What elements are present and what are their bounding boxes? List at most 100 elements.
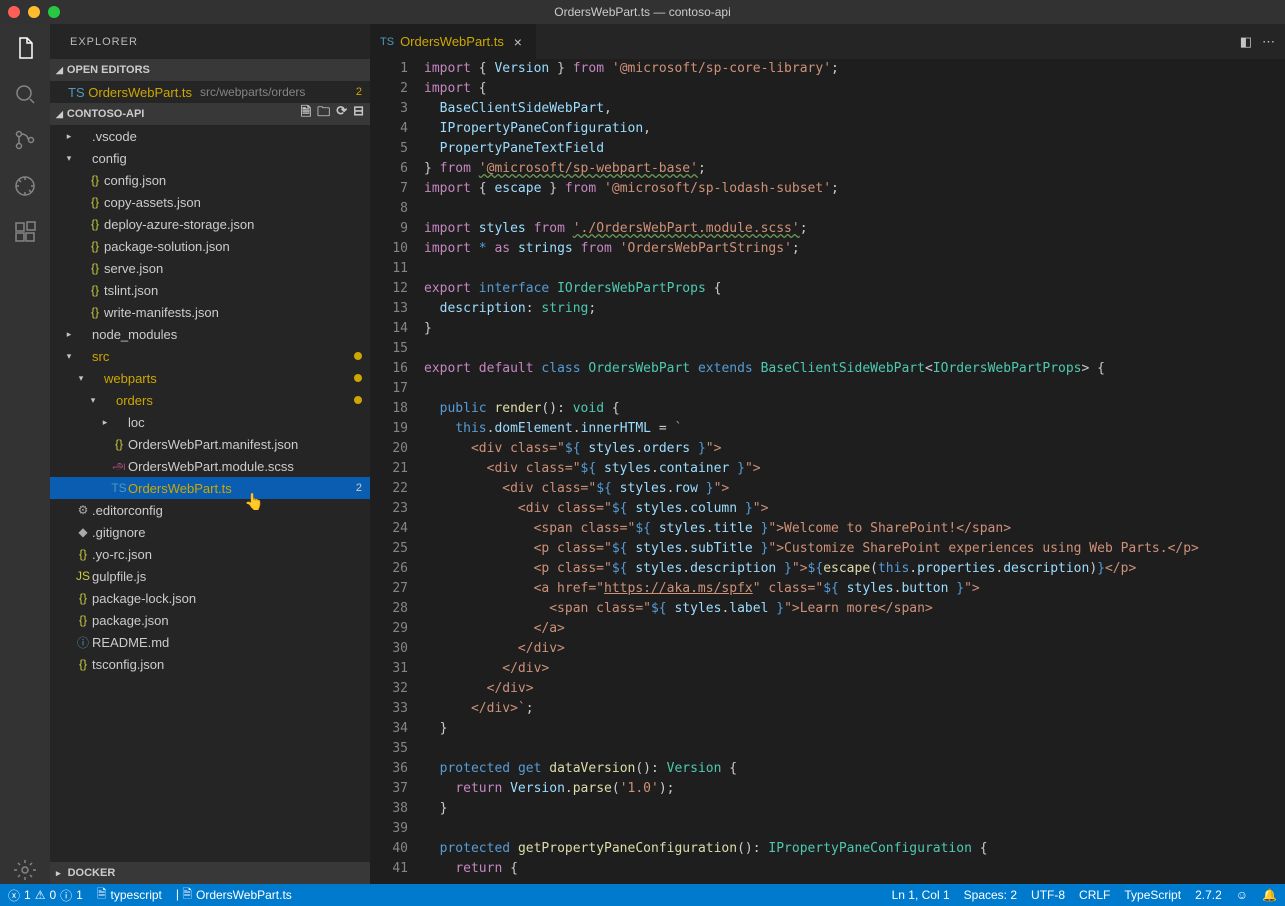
search-icon[interactable] (11, 80, 39, 108)
json-icon: {} (86, 195, 104, 209)
language-mode-item[interactable]: 🗎 typescript (97, 885, 162, 906)
project-section[interactable]: ◢CONTOSO-API 🗎 🗀 ⟳ ⊟ (50, 103, 370, 125)
extensions-icon[interactable] (11, 218, 39, 246)
sidebar-title: EXPLORER (50, 24, 370, 59)
folder-config[interactable]: ▾config (50, 147, 370, 169)
close-window-icon[interactable] (8, 6, 20, 18)
file-package.json[interactable]: {}package.json (50, 609, 370, 631)
modified-dot-icon (354, 374, 362, 382)
tree-label: OrdersWebPart.manifest.json (128, 437, 362, 452)
tree-label: config (92, 151, 362, 166)
code-area[interactable]: 1234567891011121314151617181920212223242… (370, 59, 1285, 884)
version-status[interactable]: 2.7.2 (1195, 888, 1222, 902)
warning-icon: ⚠ (35, 888, 46, 902)
file-OrdersWebPart.manifest.json[interactable]: {}OrdersWebPart.manifest.json (50, 433, 370, 455)
line-gutter: 1234567891011121314151617181920212223242… (370, 59, 424, 884)
docker-section[interactable]: ▸ DOCKER (50, 862, 370, 884)
file-package-solution.json[interactable]: {}package-solution.json (50, 235, 370, 257)
folder-webparts[interactable]: ▾webparts (50, 367, 370, 389)
tree-label: .vscode (92, 129, 362, 144)
encoding-status[interactable]: UTF-8 (1031, 888, 1065, 902)
file-tsconfig.json[interactable]: {}tsconfig.json (50, 653, 370, 675)
json-icon: {} (110, 437, 128, 451)
explorer-icon[interactable] (0, 34, 45, 62)
close-icon[interactable]: × (510, 34, 526, 50)
file-tree: ▸.vscode▾config{}config.json{}copy-asset… (50, 125, 370, 862)
folder-.vscode[interactable]: ▸ .vscode (50, 125, 370, 147)
file-write-manifests.json[interactable]: {}write-manifests.json (50, 301, 370, 323)
file-.gitignore[interactable]: ◆.gitignore (50, 521, 370, 543)
open-file-name: OrdersWebPart.ts (88, 85, 192, 100)
new-file-icon[interactable]: 🗎 (301, 103, 311, 125)
more-icon[interactable]: ⋯ (1262, 34, 1275, 50)
tree-label: gulpfile.js (92, 569, 362, 584)
file-.yo-rc.json[interactable]: {}.yo-rc.json (50, 543, 370, 565)
file-package-lock.json[interactable]: {}package-lock.json (50, 587, 370, 609)
chevron-icon: ▾ (88, 395, 98, 406)
language-status[interactable]: TypeScript (1124, 888, 1181, 902)
open-editor-item[interactable]: TS OrdersWebPart.ts src/webparts/orders … (50, 81, 370, 103)
eol-status[interactable]: CRLF (1079, 888, 1110, 902)
file-OrdersWebPart.module.scss[interactable]: அOrdersWebPart.module.scss (50, 455, 370, 477)
bell-icon[interactable]: 🔔 (1262, 888, 1277, 902)
folder-loc[interactable]: ▸loc (50, 411, 370, 433)
chevron-icon: ▸ (64, 131, 74, 142)
window-title: OrdersWebPart.ts — contoso-api (554, 5, 731, 19)
folder-src[interactable]: ▾ src (50, 345, 370, 367)
tree-label: .gitignore (92, 525, 362, 540)
file-serve.json[interactable]: {}serve.json (50, 257, 370, 279)
json-icon: {} (86, 261, 104, 275)
code-content[interactable]: import { Version } from '@microsoft/sp-c… (424, 59, 1285, 884)
indent-status[interactable]: Spaces: 2 (964, 888, 1017, 902)
minimize-window-icon[interactable] (28, 6, 40, 18)
js-icon: JS (74, 569, 92, 583)
scm-icon[interactable] (11, 126, 39, 154)
sidebar: EXPLORER ◢OPEN EDITORS TS OrdersWebPart.… (50, 24, 370, 884)
file-README.md[interactable]: ⓘREADME.md (50, 631, 370, 653)
cursor-position[interactable]: Ln 1, Col 1 (892, 888, 950, 902)
info-icon: ⓘ (60, 887, 72, 904)
folder-orders[interactable]: ▾ orders (50, 389, 370, 411)
status-file[interactable]: | 🗎 OrdersWebPart.ts (176, 885, 292, 906)
editor: TS OrdersWebPart.ts × ◧ ⋯ 12345678910111… (370, 24, 1285, 884)
json-icon: {} (74, 591, 92, 605)
tree-label: write-manifests.json (104, 305, 362, 320)
file-icon: ◆ (74, 525, 92, 539)
open-editors-section[interactable]: ◢OPEN EDITORS (50, 59, 370, 81)
tree-label: .editorconfig (92, 503, 362, 518)
new-folder-icon[interactable]: 🗀 (317, 103, 330, 125)
file-config.json[interactable]: {}config.json (50, 169, 370, 191)
chevron-icon: ▸ (64, 329, 74, 340)
split-editor-icon[interactable]: ◧ (1240, 34, 1252, 50)
json-icon: {} (86, 305, 104, 319)
tree-label: package-solution.json (104, 239, 362, 254)
file-copy-assets.json[interactable]: {}copy-assets.json (50, 191, 370, 213)
chevron-icon: ▾ (64, 351, 74, 362)
file-deploy-azure-storage.json[interactable]: {}deploy-azure-storage.json (50, 213, 370, 235)
file-.editorconfig[interactable]: ⚙.editorconfig (50, 499, 370, 521)
maximize-window-icon[interactable] (48, 6, 60, 18)
open-file-path: src/webparts/orders (200, 85, 305, 99)
settings-gear-icon[interactable] (11, 856, 39, 884)
file-OrdersWebPart.ts[interactable]: TSOrdersWebPart.ts2 (50, 477, 370, 499)
collapse-icon[interactable]: ⊟ (353, 103, 364, 125)
error-icon: ⓧ (8, 887, 20, 904)
refresh-icon[interactable]: ⟳ (336, 103, 347, 125)
file-tslint.json[interactable]: {}tslint.json (50, 279, 370, 301)
tree-label: src (92, 349, 354, 364)
tree-label: copy-assets.json (104, 195, 362, 210)
folder-node_modules[interactable]: ▸node_modules (50, 323, 370, 345)
status-bar: ⓧ1 ⚠0 ⓘ1 🗎 typescript | 🗎 OrdersWebPart.… (0, 884, 1285, 906)
chevron-down-icon: ◢ (56, 65, 63, 76)
debug-icon[interactable] (11, 172, 39, 200)
chevron-icon: ▾ (76, 373, 86, 384)
problems-group[interactable]: ⓧ1 ⚠0 ⓘ1 (8, 887, 83, 904)
tree-label: tslint.json (104, 283, 362, 298)
tab-orderswebpart[interactable]: TS OrdersWebPart.ts × (370, 24, 536, 59)
ts-icon: TS (110, 481, 128, 495)
feedback-icon[interactable]: ☺ (1236, 888, 1248, 902)
file-gulpfile.js[interactable]: JSgulpfile.js (50, 565, 370, 587)
tree-label: orders (116, 393, 354, 408)
scss-icon: அ (110, 458, 128, 474)
json-icon: {} (74, 547, 92, 561)
